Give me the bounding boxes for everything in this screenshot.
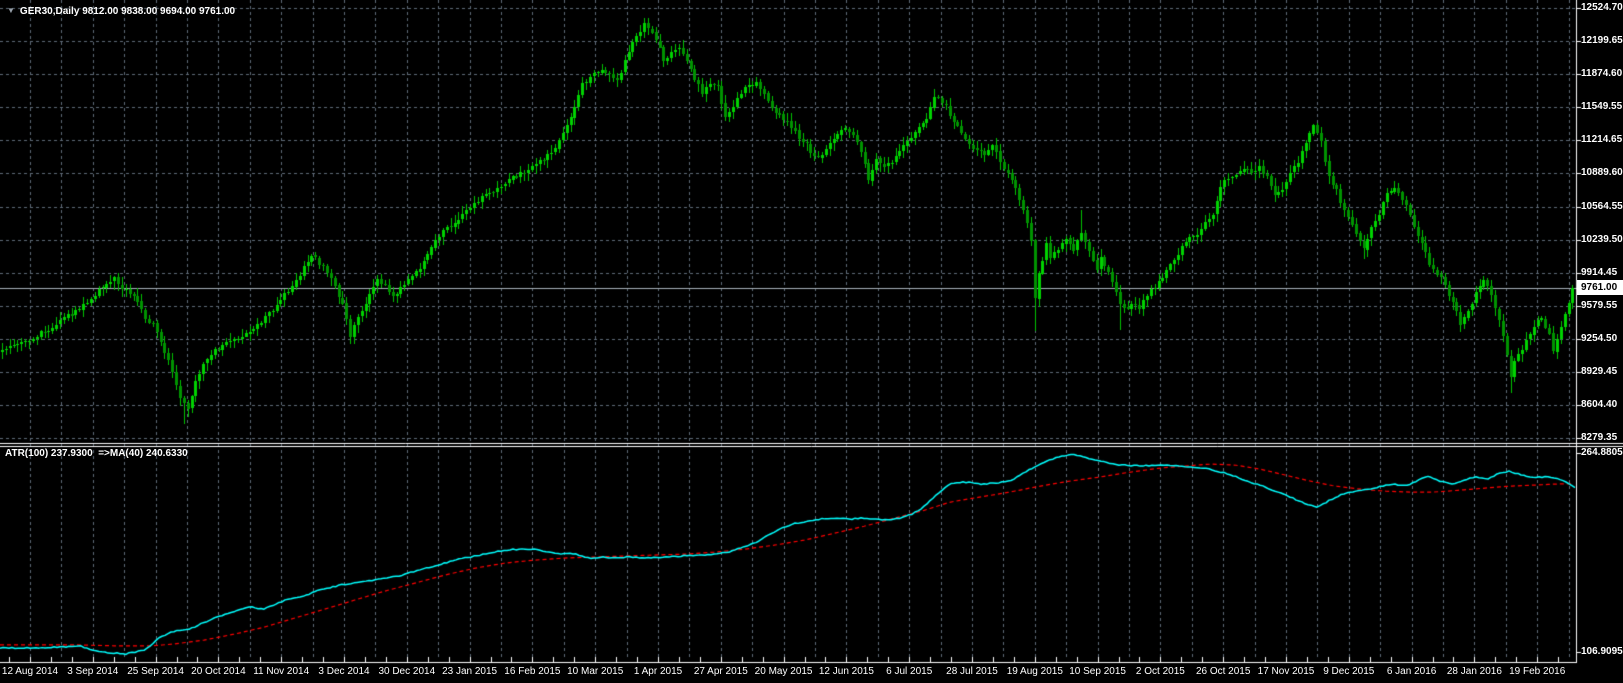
date-axis-label: 9 Dec 2015 — [1323, 666, 1375, 677]
price-axis-label: 10889.60 — [1581, 167, 1623, 178]
date-axis-label: 20 May 2015 — [754, 666, 813, 677]
symbol-period-label: GER30,Daily — [19, 6, 80, 17]
price-axis-label: 9914.45 — [1581, 267, 1618, 278]
indicator-axis-max-label: 264.8805 — [1581, 447, 1623, 458]
price-axis-label: 11549.55 — [1581, 101, 1623, 112]
date-axis-label: 23 Jan 2015 — [442, 666, 498, 677]
date-axis-label: 16 Feb 2015 — [504, 666, 561, 677]
date-axis-label: 27 Apr 2015 — [693, 666, 748, 677]
date-axis-label: 30 Dec 2014 — [378, 666, 436, 677]
ohlc-values: 9812.00 9838.00 9694.00 9761.00 — [82, 6, 236, 17]
date-axis-label: 17 Nov 2015 — [1257, 666, 1315, 677]
indicator-axis-min-label: 106.9095 — [1581, 646, 1623, 657]
date-axis-label: 25 Sep 2014 — [127, 666, 184, 677]
price-axis-label: 10239.50 — [1581, 234, 1623, 245]
price-axis-label: 8604.40 — [1581, 399, 1618, 410]
date-axis-label: 6 Jul 2015 — [886, 666, 933, 677]
date-axis-label: 28 Jul 2015 — [946, 666, 998, 677]
price-axis-label: 11874.60 — [1581, 68, 1623, 79]
date-axis-label: 10 Mar 2015 — [567, 666, 624, 677]
price-axis-label: 9254.50 — [1581, 333, 1618, 344]
date-axis-label: 3 Sep 2014 — [67, 666, 119, 677]
date-axis-label: 28 Jan 2016 — [1446, 666, 1502, 677]
indicator-label: ATR(100) 237.9300 =>MA(40) 240.6330 — [5, 448, 188, 459]
current-price-tag: 9761.00 — [1577, 280, 1623, 295]
date-axis-label: 26 Oct 2015 — [1195, 666, 1251, 677]
price-axis-label: 8929.45 — [1581, 366, 1618, 377]
chart-window: ▼ GER30,Daily 9812.00 9838.00 9694.00 976… — [0, 0, 1623, 683]
price-axis-label: 12524.70 — [1581, 2, 1623, 13]
chart-title: ▼ GER30,Daily 9812.00 9838.00 9694.00 976… — [7, 6, 235, 17]
date-axis-label: 10 Sep 2015 — [1069, 666, 1126, 677]
date-axis-label: 6 Jan 2016 — [1386, 666, 1437, 677]
date-axis-label: 12 Aug 2014 — [1, 666, 59, 677]
date-axis-label: 19 Aug 2015 — [1006, 666, 1063, 677]
date-axis-label: 19 Feb 2016 — [1509, 666, 1566, 677]
date-axis-label: 3 Dec 2014 — [318, 666, 370, 677]
price-axis-label: 10564.55 — [1581, 201, 1623, 212]
date-axis-label: 11 Nov 2014 — [253, 666, 310, 677]
price-axis-label: 12199.65 — [1581, 35, 1623, 46]
date-axis-label: 2 Oct 2015 — [1135, 666, 1185, 677]
price-axis-label: 11214.65 — [1581, 134, 1623, 145]
price-chart-canvas[interactable] — [0, 0, 1623, 683]
price-axis-label: 9579.55 — [1581, 300, 1618, 311]
symbol-marker-icon: ▼ — [7, 6, 15, 15]
price-axis-label: 8279.35 — [1581, 432, 1618, 443]
date-axis-label: 20 Oct 2014 — [191, 666, 246, 677]
date-axis-label: 1 Apr 2015 — [633, 666, 683, 677]
date-axis-label: 12 Jun 2015 — [818, 666, 874, 677]
